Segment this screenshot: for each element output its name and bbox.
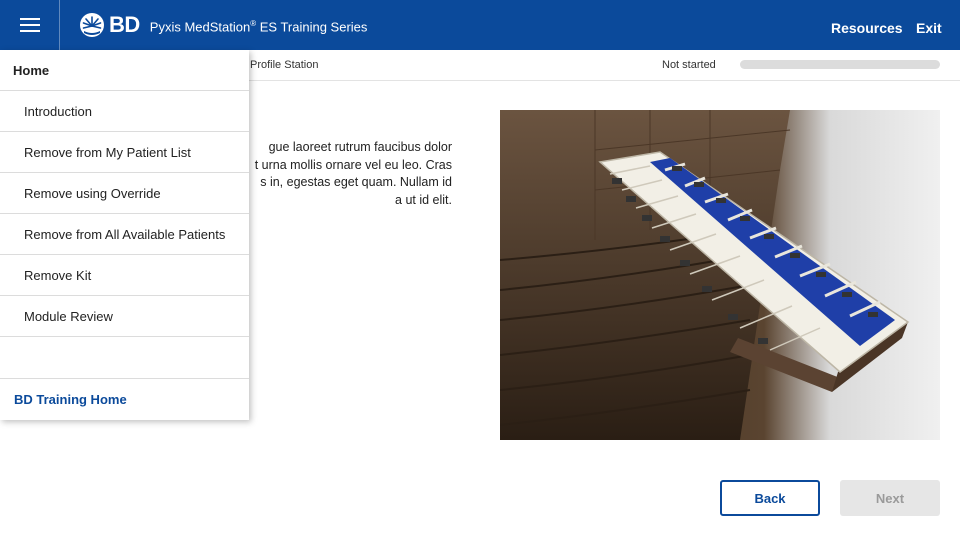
- brand: BD Pyxis MedStation® ES Training Series: [79, 12, 367, 38]
- progress-track: [740, 60, 940, 69]
- menu-item-remove-from-all-available-patients[interactable]: Remove from All Available Patients: [0, 214, 249, 255]
- menu-item-introduction[interactable]: Introduction: [0, 91, 249, 132]
- menu-item-module-review[interactable]: Module Review: [0, 296, 249, 337]
- side-menu: Home Introduction Remove from My Patient…: [0, 50, 249, 420]
- back-button[interactable]: Back: [720, 480, 820, 516]
- status-label: Not started: [662, 59, 716, 71]
- menu-item-remove-kit[interactable]: Remove Kit: [0, 255, 249, 296]
- course-title-suffix: ES Training Series: [256, 19, 368, 35]
- course-title-text: Pyxis MedStation: [149, 19, 251, 35]
- medication-drawer-photo: [500, 110, 940, 440]
- hamburger-menu-button[interactable]: [0, 0, 60, 50]
- course-title: Pyxis MedStation® ES Training Series: [150, 19, 368, 34]
- next-button[interactable]: Next: [840, 480, 940, 516]
- menu-item-home[interactable]: Home: [0, 50, 249, 91]
- resources-link[interactable]: Resources: [831, 20, 903, 36]
- exit-link[interactable]: Exit: [916, 20, 942, 36]
- top-bar: BD Pyxis MedStation® ES Training Series …: [0, 0, 960, 50]
- breadcrumb: Profile Station: [250, 59, 319, 71]
- bd-starburst-logo-icon: [80, 13, 104, 37]
- menu-item-remove-using-override[interactable]: Remove using Override: [0, 173, 249, 214]
- brand-name: BD: [109, 12, 140, 37]
- menu-item-remove-from-my-patient-list[interactable]: Remove from My Patient List: [0, 132, 249, 173]
- menu-item-bd-training-home[interactable]: BD Training Home: [0, 378, 249, 419]
